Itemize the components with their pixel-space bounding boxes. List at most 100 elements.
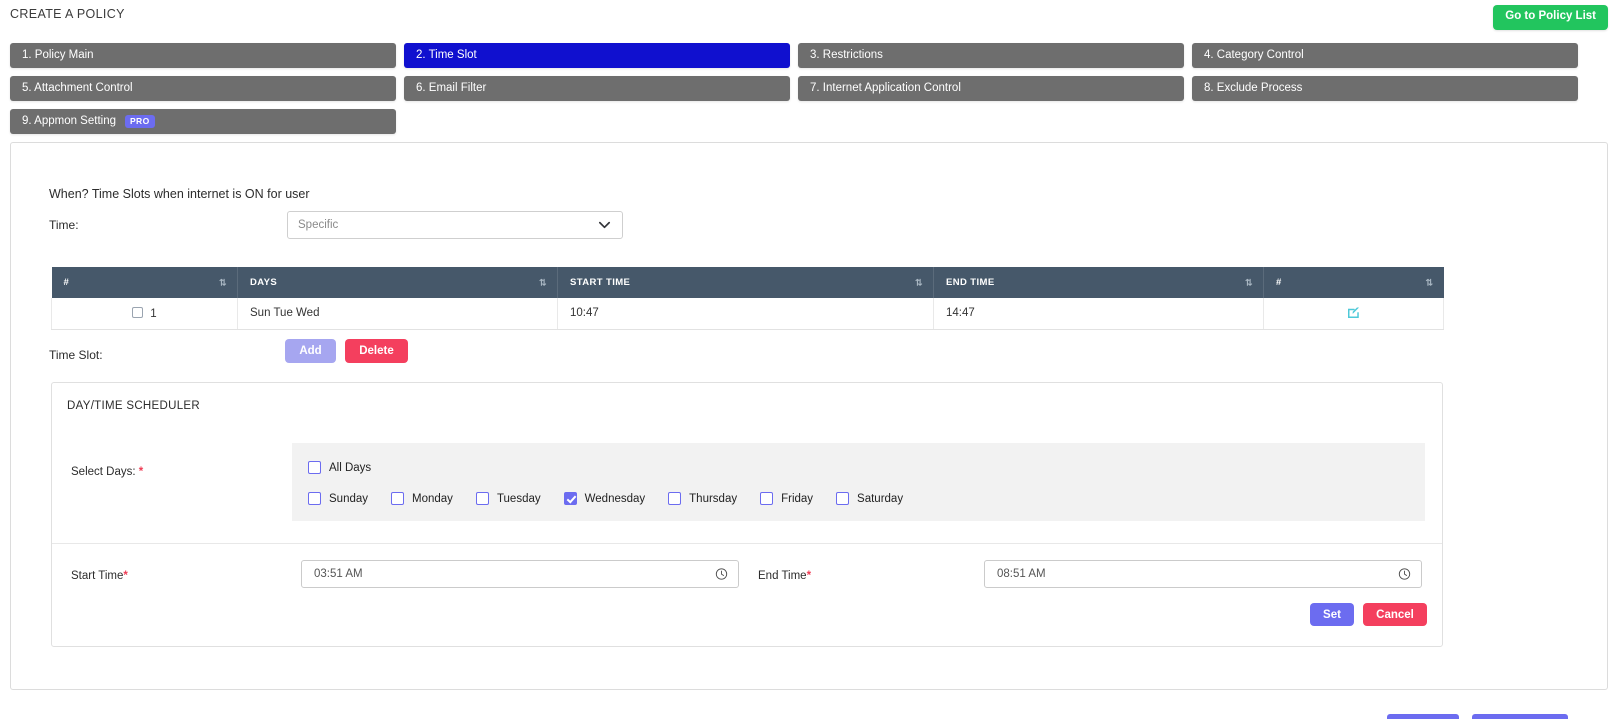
time-slot-actions-label: Time Slot: — [49, 348, 103, 362]
footer-secondary-button[interactable] — [1472, 714, 1568, 719]
column-header-start-time[interactable]: START TIME ⇅ — [557, 267, 934, 298]
column-header-index[interactable]: # ⇅ — [51, 267, 238, 298]
checkbox-wednesday[interactable]: Wednesday — [563, 492, 645, 505]
row-start-time-cell: 10:47 — [557, 298, 934, 330]
checkbox-saturday[interactable]: Saturday — [836, 492, 903, 505]
column-label: START TIME — [570, 277, 631, 288]
column-label: # — [1276, 277, 1282, 288]
checkbox-label: Saturday — [857, 492, 904, 505]
clock-icon[interactable] — [1398, 568, 1411, 581]
checkbox-label: Monday — [412, 492, 453, 505]
row-end-time-cell: 14:47 — [933, 298, 1264, 330]
page-title: CREATE A POLICY — [10, 7, 125, 21]
select-days-text: Select Days: — [71, 466, 136, 478]
time-field-label: Time: — [49, 218, 79, 232]
day-time-scheduler-panel: DAY/TIME SCHEDULER Select Days: * All Da… — [51, 382, 1443, 647]
checkbox-box[interactable] — [308, 492, 321, 505]
sort-icon[interactable]: ⇅ — [1245, 278, 1253, 287]
tab-policy-main[interactable]: 1. Policy Main — [10, 43, 396, 68]
end-time-value: 08:51 AM — [997, 568, 1046, 580]
edit-icon[interactable] — [1347, 305, 1361, 319]
checkbox-label: Thursday — [689, 492, 738, 505]
checkbox-label: Tuesday — [496, 492, 541, 505]
tab-label: 8. Exclude Process — [1204, 82, 1303, 94]
column-header-end-time[interactable]: END TIME ⇅ — [933, 267, 1264, 298]
pro-badge: PRO — [124, 114, 155, 129]
sort-icon[interactable]: ⇅ — [539, 278, 547, 287]
checkbox-box[interactable] — [475, 492, 489, 505]
add-time-slot-button[interactable]: Add — [285, 339, 336, 363]
time-mode-value: Specific — [298, 219, 339, 231]
tab-category-control[interactable]: 4. Category Control — [1192, 43, 1578, 68]
checkbox-box[interactable] — [563, 492, 577, 505]
tab-row-2: 5. Attachment Control 6. Email Filter 7.… — [10, 76, 1608, 101]
start-time-input[interactable]: 03:51 AM — [301, 560, 739, 588]
checkbox-box[interactable] — [760, 492, 774, 505]
checkbox-friday[interactable]: Friday — [760, 492, 813, 505]
tab-restrictions[interactable]: 3. Restrictions — [798, 43, 1184, 68]
end-time-text: End Time — [758, 570, 807, 582]
checkbox-sunday[interactable]: Sunday — [308, 492, 368, 505]
time-slot-panel: When? Time Slots when internet is ON for… — [10, 142, 1608, 690]
select-days-label: Select Days: * — [71, 466, 143, 478]
sort-icon[interactable]: ⇅ — [915, 278, 923, 287]
checkbox-box[interactable] — [391, 492, 405, 505]
tab-label: 6. Email Filter — [416, 82, 487, 94]
end-time-label: End Time* — [758, 570, 811, 582]
table-row: 1 Sun Tue Wed 10:47 14:47 — [51, 298, 1444, 330]
top-bar: CREATE A POLICY Go to Policy List — [0, 0, 1618, 34]
row-actions-cell — [1263, 298, 1444, 330]
tab-time-slot[interactable]: 2. Time Slot — [404, 43, 790, 68]
tab-exclude-process[interactable]: 8. Exclude Process — [1192, 76, 1578, 101]
column-header-actions[interactable]: # ⇅ — [1263, 267, 1444, 298]
go-to-policy-list-button[interactable]: Go to Policy List — [1493, 5, 1608, 30]
tab-label: 1. Policy Main — [22, 49, 94, 61]
checkbox-box[interactable] — [836, 492, 850, 505]
tab-internet-application-control[interactable]: 7. Internet Application Control — [798, 76, 1184, 101]
start-time-value: 03:51 AM — [314, 568, 363, 580]
column-label: # — [63, 277, 70, 288]
row-days-cell: Sun Tue Wed — [237, 298, 558, 330]
tab-label: 4. Category Control — [1204, 49, 1304, 61]
section-heading: When? Time Slots when internet is ON for… — [49, 187, 310, 201]
required-asterisk: * — [138, 466, 144, 478]
row-checkbox[interactable] — [132, 306, 144, 318]
sort-icon[interactable]: ⇅ — [1426, 278, 1434, 287]
tab-appmon-setting[interactable]: 9. Appmon Setting PRO — [10, 109, 396, 134]
checkbox-label: Friday — [781, 492, 814, 505]
start-time-text: Start Time — [71, 570, 124, 582]
sort-icon[interactable]: ⇅ — [219, 278, 227, 287]
end-time-input[interactable]: 08:51 AM — [984, 560, 1422, 588]
tab-row-1: 1. Policy Main 2. Time Slot 3. Restricti… — [10, 43, 1608, 68]
checkbox-box[interactable] — [668, 492, 682, 505]
start-time-label: Start Time* — [71, 570, 128, 582]
tab-label: 7. Internet Application Control — [810, 82, 961, 94]
column-label: END TIME — [946, 277, 995, 288]
required-asterisk: * — [123, 570, 128, 582]
tab-label: 3. Restrictions — [810, 49, 883, 61]
footer-primary-button[interactable] — [1387, 714, 1459, 719]
checkbox-label: All Days — [329, 461, 372, 474]
checkbox-label: Sunday — [329, 492, 369, 505]
required-asterisk: * — [806, 570, 812, 582]
time-mode-select[interactable]: Specific — [287, 211, 623, 239]
checkbox-monday[interactable]: Monday — [391, 492, 453, 505]
clock-icon[interactable] — [715, 568, 728, 581]
tab-label: 2. Time Slot — [416, 49, 477, 61]
column-header-days[interactable]: DAYS ⇅ — [237, 267, 558, 298]
checkbox-all-days[interactable]: All Days — [308, 461, 371, 474]
checkbox-tuesday[interactable]: Tuesday — [475, 492, 541, 505]
cancel-button[interactable]: Cancel — [1363, 603, 1427, 626]
tab-email-filter[interactable]: 6. Email Filter — [404, 76, 790, 101]
row-index: 1 — [150, 307, 157, 320]
tab-row-3: 9. Appmon Setting PRO — [10, 109, 1608, 134]
checkbox-thursday[interactable]: Thursday — [668, 492, 737, 505]
row-index-cell: 1 — [51, 298, 238, 330]
delete-time-slot-button[interactable]: Delete — [345, 339, 408, 363]
checkbox-box[interactable] — [308, 461, 321, 474]
table-header-row: # ⇅ DAYS ⇅ START TIME ⇅ END TIME ⇅ # ⇅ — [51, 267, 1444, 298]
days-checkbox-group: All Days Sunday Monday Tuesday Wednesday… — [292, 443, 1425, 521]
tab-attachment-control[interactable]: 5. Attachment Control — [10, 76, 396, 101]
weekday-row: Sunday Monday Tuesday Wednesday Thursday — [308, 492, 903, 505]
set-button[interactable]: Set — [1310, 603, 1354, 626]
